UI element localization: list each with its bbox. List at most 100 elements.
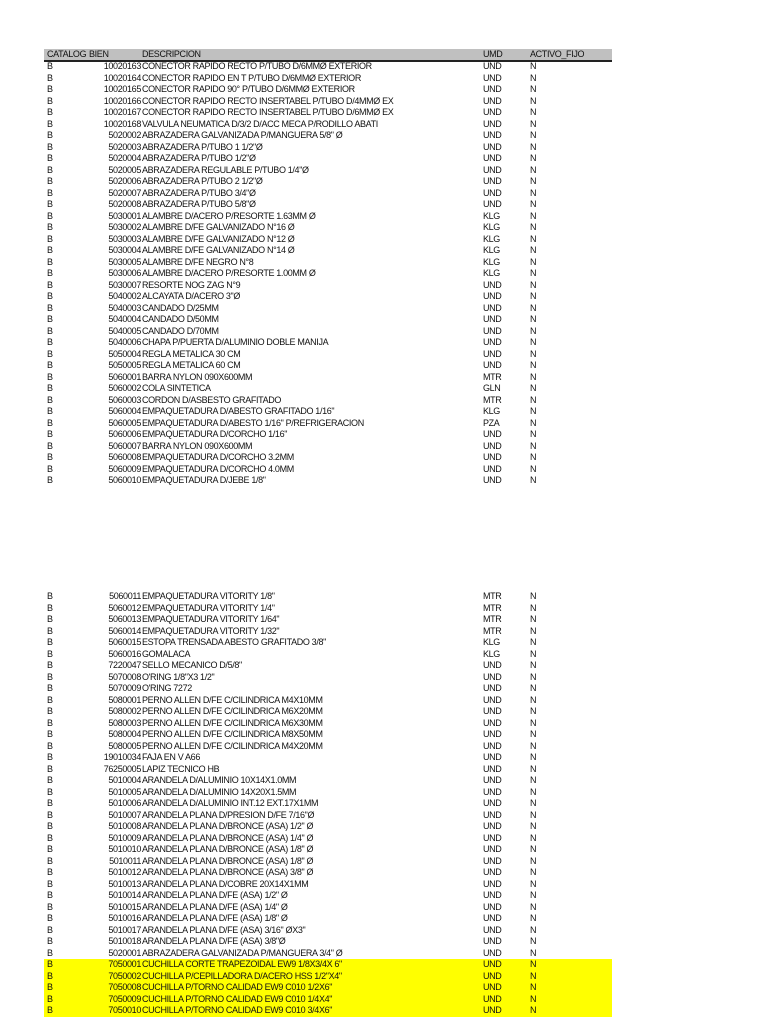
cell-umd: UND xyxy=(483,786,502,797)
cell-catalogo: B xyxy=(47,371,53,382)
cell-codigo: 5060013 xyxy=(108,614,141,624)
cell-descripcion: EMPAQUETADURA D/ABESTO GRAFITADO 1/16" xyxy=(142,406,335,416)
cell-codigo: 5080005 xyxy=(108,740,141,751)
cell-activo-fijo: N xyxy=(530,855,537,866)
cell-codigo: 5020005 xyxy=(108,164,141,175)
cell-catalogo: B xyxy=(47,153,53,163)
cell-umd: KLG xyxy=(483,245,500,255)
cell-descripcion: ARANDELA PLANA D/FE (ASA) 3/8"Ø xyxy=(142,936,286,946)
cell-descripcion: CHAPA P/PUERTA D/ALUMINIO DOBLE MANIJA xyxy=(142,337,329,347)
cell-descripcion: ARANDELA PLANA D/PRESION D/FE 7/16"Ø xyxy=(142,809,315,820)
cell-codigo: 5010017 xyxy=(108,924,141,935)
table-row: B 5060002 COLA SINTETICA GLN N xyxy=(44,383,612,395)
cell-codigo: 5020006 xyxy=(108,176,141,186)
cell-umd: UND xyxy=(483,924,502,935)
cell-umd: UND xyxy=(483,302,502,313)
cell-activo-fijo: N xyxy=(530,809,537,820)
cell-descripcion: CUCHILLA P/TORNO CALIDAD EW9 C010 1/4X4" xyxy=(142,993,333,1004)
cell-activo-fijo: N xyxy=(530,671,537,682)
table-row: B 7220047 SELLO MECANICO D/5/8" UND N xyxy=(44,660,612,672)
cell-codigo: 5010013 xyxy=(108,878,141,889)
cell-descripcion: CORDON D/ASBESTO GRAFITADO xyxy=(142,394,282,405)
table-row: B 5070009 O'RING 7272 UND N xyxy=(44,683,612,695)
table-row: B 5040006 CHAPA P/PUERTA D/ALUMINIO DOBLE … xyxy=(44,337,612,349)
cell-catalogo: B xyxy=(47,394,53,405)
cell-umd: UND xyxy=(483,809,502,820)
cell-catalogo: B xyxy=(47,637,53,647)
cell-activo-fijo: N xyxy=(530,291,537,301)
table-row: B 5020004 ABRAZADERA P/TUBO 1/2"Ø UND N xyxy=(44,153,612,165)
cell-descripcion: ALAMBRE D/ACERO P/RESORTE 1.00MM Ø xyxy=(142,268,316,278)
cell-codigo: 5050004 xyxy=(108,348,141,359)
cell-umd: UND xyxy=(483,429,502,439)
cell-activo-fijo: N xyxy=(530,84,537,94)
cell-umd: UND xyxy=(483,683,502,693)
table-row: B 5040002 ALCAYATA D/ACERO 3"Ø UND N xyxy=(44,291,612,303)
cell-codigo: 5010012 xyxy=(108,867,141,877)
cell-umd: UND xyxy=(483,671,502,682)
cell-umd: UND xyxy=(483,913,502,923)
cell-umd: UND xyxy=(483,694,502,705)
table-row: B 5010018 ARANDELA PLANA D/FE (ASA) 3/8"Ø U… xyxy=(44,936,612,948)
table-row: B 5030002 ALAMBRE D/FE GALVANIZADO N°16 Ø K… xyxy=(44,222,612,234)
cell-umd: UND xyxy=(483,95,502,106)
cell-activo-fijo: N xyxy=(530,475,537,485)
table-row: B 10020166 CONECTOR RAPIDO RECTO INSERTABE… xyxy=(44,96,612,108)
cell-descripcion: REGLA METALICA 60 CM xyxy=(142,360,241,370)
cell-catalogo: B xyxy=(47,683,53,693)
cell-umd: UND xyxy=(483,141,502,152)
cell-descripcion: ABRAZADERA P/TUBO 1/2"Ø xyxy=(142,153,256,163)
cell-catalogo: B xyxy=(47,302,53,313)
cell-activo-fijo: N xyxy=(530,763,537,774)
cell-catalogo: B xyxy=(47,164,53,175)
cell-activo-fijo: N xyxy=(530,325,537,336)
table-row: B 10020165 CONECTOR RAPIDO 90° P/TUBO D/6M… xyxy=(44,84,612,96)
cell-umd: UND xyxy=(483,717,502,728)
table-row: B 5080003 PERNO ALLEN D/FE C/CILINDRICA M6… xyxy=(44,718,612,730)
cell-activo-fijo: N xyxy=(530,786,537,797)
cell-catalogo: B xyxy=(47,210,53,221)
cell-descripcion: EMPAQUETADURA D/ABESTO 1/16" P/REFRIGERA… xyxy=(142,417,364,428)
cell-descripcion: CONECTOR RAPIDO RECTO P/TUBO D/6MMØ EXTE… xyxy=(142,61,372,71)
cell-activo-fijo: N xyxy=(530,176,537,186)
cell-descripcion: CANDADO D/50MM xyxy=(142,314,219,324)
cell-umd: UND xyxy=(483,936,502,946)
cell-catalogo: B xyxy=(47,199,53,209)
cell-codigo: 5060006 xyxy=(108,429,141,439)
cell-umd: MTR xyxy=(483,371,502,382)
cell-descripcion: ABRAZADERA GALVANIZADA P/MANGUERA 5/8" Ø xyxy=(142,130,343,140)
table-row: B 5010006 ARANDELA D/ALUMINIO INT.12 EXT.1… xyxy=(44,798,612,810)
cell-activo-fijo: N xyxy=(530,245,537,255)
cell-codigo: 5060010 xyxy=(108,475,141,485)
cell-umd: UND xyxy=(483,475,502,485)
cell-activo-fijo: N xyxy=(530,740,537,751)
cell-codigo: 5010008 xyxy=(108,821,141,831)
cell-codigo: 5080002 xyxy=(108,706,141,716)
cell-codigo: 5040003 xyxy=(108,302,141,313)
cell-codigo: 5070009 xyxy=(108,683,141,693)
cell-descripcion: ALAMBRE D/FE NEGRO N°8 xyxy=(142,256,254,267)
cell-descripcion: ABRAZADERA GALVANIZADA P/MANGUERA 3/4" Ø xyxy=(142,947,343,958)
cell-descripcion: ABRAZADERA P/TUBO 1 1/2"Ø xyxy=(142,141,263,152)
cell-umd: UND xyxy=(483,118,502,129)
cell-codigo: 5060012 xyxy=(108,602,141,613)
cell-catalogo: B xyxy=(47,130,53,140)
cell-activo-fijo: N xyxy=(530,222,537,232)
table-row: B 10020167 CONECTOR RAPIDO RECTO INSERTABE… xyxy=(44,107,612,119)
cell-codigo: 5030002 xyxy=(108,222,141,232)
cell-descripcion: REGLA METALICA 30 CM xyxy=(142,348,241,359)
table-row: B 10020168 VALVULA NEUMATICA D/3/2 D/ACC M… xyxy=(44,119,612,131)
cell-umd: UND xyxy=(483,325,502,336)
cell-codigo: 5010005 xyxy=(108,786,141,797)
cell-catalogo: B xyxy=(47,982,53,992)
table-row: B 5010014 ARANDELA PLANA D/FE (ASA) 1/2" Ø… xyxy=(44,890,612,902)
cell-descripcion: COLA SINTETICA xyxy=(142,383,211,393)
cell-descripcion: ALAMBRE D/ACERO P/RESORTE 1.63MM Ø xyxy=(142,210,316,221)
cell-descripcion: ARANDELA PLANA D/FE (ASA) 1/8" Ø xyxy=(142,913,288,923)
cell-descripcion: ALCAYATA D/ACERO 3"Ø xyxy=(142,291,241,301)
cell-umd: UND xyxy=(483,199,502,209)
cell-codigo: 10020163 xyxy=(103,61,141,71)
header-activo-fijo: ACTIVO_FIJO xyxy=(530,49,585,59)
cell-activo-fijo: N xyxy=(530,694,537,705)
cell-umd: UND xyxy=(483,844,502,854)
